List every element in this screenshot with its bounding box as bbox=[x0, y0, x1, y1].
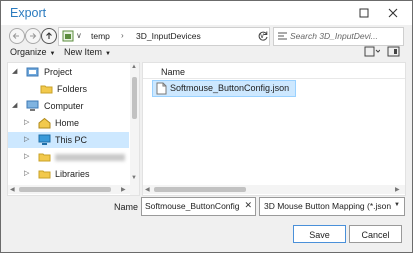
project-icon bbox=[26, 66, 39, 80]
file-name-field[interactable]: ✕ bbox=[141, 197, 256, 216]
breadcrumb-temp[interactable]: temp bbox=[91, 31, 110, 41]
location-icon bbox=[62, 30, 74, 42]
scroll-thumb[interactable] bbox=[19, 187, 111, 192]
file-type-value: 3D Mouse Button Mapping (*.json bbox=[264, 201, 392, 211]
chevron-down-icon[interactable]: ∨ bbox=[76, 31, 82, 40]
tree-item-project[interactable]: ◢ Project bbox=[8, 64, 129, 80]
organize-menu[interactable]: Organize ▼ bbox=[10, 47, 55, 57]
caret-down-icon: ▼ bbox=[49, 51, 56, 57]
horizontal-scrollbar[interactable]: ◀ ▶ bbox=[143, 185, 405, 194]
tree-item-redacted[interactable]: ▷ bbox=[8, 149, 129, 165]
file-type-select[interactable]: 3D Mouse Button Mapping (*.json ▼ bbox=[259, 197, 405, 216]
breadcrumb-3d-inputdevices[interactable]: 3D_InputDevices bbox=[136, 31, 201, 41]
caret-down-icon: ▼ bbox=[105, 51, 111, 57]
new-item-menu[interactable]: New Item ▼ bbox=[64, 47, 111, 57]
close-button[interactable] bbox=[385, 5, 401, 21]
title-bar: Export bbox=[1, 1, 412, 25]
scroll-right-icon[interactable]: ▶ bbox=[395, 186, 400, 193]
search-icon bbox=[277, 31, 288, 44]
navigation-pane[interactable]: ◢ Project Folders ◢ Computer ▷ Home ▷ Th… bbox=[7, 62, 140, 196]
scroll-up-icon[interactable]: ▲ bbox=[131, 64, 137, 70]
file-name: Softmouse_ButtonConfig.json bbox=[170, 83, 290, 93]
export-dialog: Export ∨ temp › 3D_InputDevices ∨ Search… bbox=[0, 0, 413, 253]
search-input[interactable] bbox=[290, 29, 400, 43]
tree-item-label: This PC bbox=[55, 135, 88, 145]
scroll-left-icon[interactable]: ◀ bbox=[145, 186, 150, 193]
expand-down-icon[interactable]: ◢ bbox=[12, 101, 17, 109]
cancel-button[interactable]: Cancel bbox=[349, 225, 402, 243]
back-button[interactable] bbox=[9, 28, 25, 44]
save-button[interactable]: Save bbox=[293, 225, 346, 243]
up-button[interactable] bbox=[41, 28, 57, 44]
expand-right-icon[interactable]: ▷ bbox=[24, 169, 29, 177]
scroll-left-icon[interactable]: ◀ bbox=[10, 186, 15, 193]
tree-item-label: Computer bbox=[44, 101, 84, 111]
expand-right-icon[interactable]: ▷ bbox=[24, 152, 29, 160]
organize-label: Organize bbox=[10, 47, 47, 57]
monitor-icon bbox=[38, 134, 51, 148]
tree-item-libraries[interactable]: ▷ Libraries bbox=[8, 166, 129, 182]
folder-icon bbox=[38, 168, 51, 182]
scroll-thumb[interactable] bbox=[154, 187, 246, 192]
search-box[interactable] bbox=[273, 27, 404, 46]
chevron-down-icon: ▼ bbox=[394, 202, 400, 208]
chevron-right-icon[interactable]: › bbox=[121, 31, 124, 40]
file-name-label: Name bbox=[114, 202, 139, 212]
refresh-icon[interactable] bbox=[256, 29, 270, 43]
folder-icon bbox=[38, 151, 51, 165]
tree-item-home[interactable]: ▷ Home bbox=[8, 115, 129, 131]
computer-icon bbox=[26, 100, 39, 114]
tree-item-folders[interactable]: Folders bbox=[8, 81, 129, 97]
file-name-input[interactable] bbox=[145, 199, 242, 213]
header-divider bbox=[143, 78, 405, 79]
maximize-button[interactable] bbox=[356, 5, 372, 21]
tree-item-this-pc[interactable]: ▷ This PC bbox=[8, 132, 129, 148]
scroll-right-icon[interactable]: ▶ bbox=[121, 186, 126, 193]
tree-item-label: Folders bbox=[57, 84, 88, 94]
tree-item-label: Libraries bbox=[55, 169, 90, 179]
home-icon bbox=[38, 117, 51, 131]
file-list-pane[interactable]: Name Softmouse_ButtonConfig.json ◀ ▶ bbox=[142, 62, 406, 196]
file-icon bbox=[156, 82, 167, 97]
redacted-label bbox=[55, 154, 125, 161]
expand-down-icon[interactable]: ◢ bbox=[12, 67, 17, 75]
tree-item-computer[interactable]: ◢ Computer bbox=[8, 98, 129, 114]
horizontal-scrollbar[interactable]: ◀ ▶ bbox=[8, 185, 130, 194]
vertical-scrollbar[interactable]: ▲ ▼ bbox=[130, 63, 139, 195]
scroll-thumb[interactable] bbox=[132, 77, 137, 119]
tree-item-label: Project bbox=[44, 67, 73, 77]
scroll-down-icon[interactable]: ▼ bbox=[131, 175, 137, 181]
expand-right-icon[interactable]: ▷ bbox=[24, 118, 29, 126]
file-row[interactable]: Softmouse_ButtonConfig.json bbox=[152, 80, 296, 97]
folder-icon bbox=[40, 83, 53, 97]
forward-button[interactable] bbox=[25, 28, 41, 44]
clear-icon[interactable]: ✕ bbox=[244, 200, 252, 211]
window-title: Export bbox=[10, 6, 47, 20]
tree-item-label: Home bbox=[55, 118, 80, 128]
view-options-icon[interactable] bbox=[364, 46, 381, 60]
expand-right-icon[interactable]: ▷ bbox=[24, 135, 29, 143]
address-bar[interactable]: ∨ temp › 3D_InputDevices ∨ bbox=[58, 27, 270, 46]
new-item-label: New Item bbox=[64, 47, 103, 57]
preview-pane-icon[interactable] bbox=[387, 46, 401, 60]
column-header-name[interactable]: Name bbox=[161, 67, 185, 77]
